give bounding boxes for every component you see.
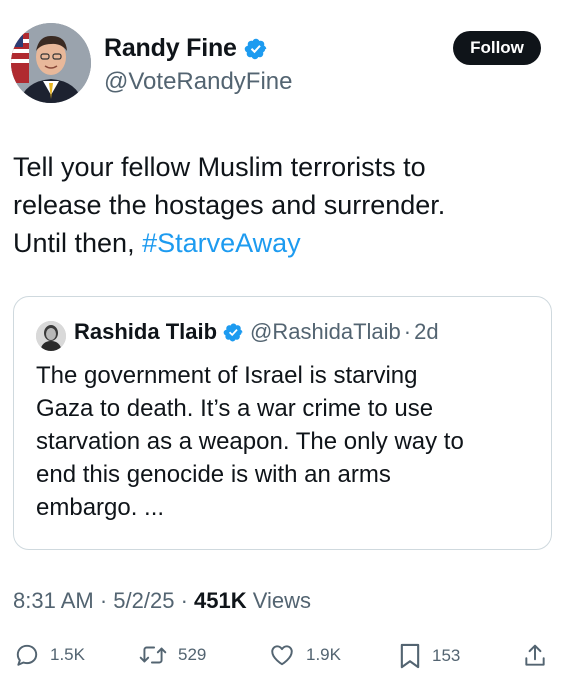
bookmark-count: 153 xyxy=(432,646,461,665)
tweet-meta: 8:31 AM · 5/2/25 · 451K Views xyxy=(13,588,311,614)
tweet-time[interactable]: 8:31 AM xyxy=(13,588,94,613)
quoted-text: The government of Israel is starving Gaz… xyxy=(36,359,536,524)
quoted-header: Rashida Tlaib @RashidaTlaib · 2d xyxy=(74,319,439,345)
quoted-text-line: The government of Israel is starving xyxy=(36,362,418,389)
repost-button[interactable]: 529 xyxy=(138,642,206,668)
quoted-author-name[interactable]: Rashida Tlaib xyxy=(74,319,217,345)
reply-icon xyxy=(16,644,38,666)
author-handle[interactable]: @VoteRandyFine xyxy=(104,68,292,96)
tweet-date[interactable]: 5/2/25 xyxy=(113,588,174,613)
bookmark-button[interactable]: 153 xyxy=(398,642,460,670)
like-icon xyxy=(271,645,293,666)
reply-count: 1.5K xyxy=(50,645,85,664)
quoted-timestamp[interactable]: 2d xyxy=(414,319,438,345)
quoted-text-line: end this genocide is with an arms xyxy=(36,461,391,488)
author-name-row[interactable]: Randy Fine xyxy=(104,34,268,63)
author-avatar[interactable] xyxy=(11,23,91,103)
quoted-text-line: embargo. ... xyxy=(36,494,165,521)
hashtag-link[interactable]: #StarveAway xyxy=(142,228,301,258)
repost-count: 529 xyxy=(178,645,207,664)
tweet-text-line: release the hostages and surrender. xyxy=(13,190,446,220)
tweet-text: Tell your fellow Muslim terrorists to re… xyxy=(13,148,543,262)
quoted-tweet[interactable]: Rashida Tlaib @RashidaTlaib · 2d The gov… xyxy=(13,296,552,550)
quoted-text-line: starvation as a weapon. The only way to xyxy=(36,428,464,455)
quoted-author-avatar[interactable] xyxy=(36,321,66,351)
reply-button[interactable]: 1.5K xyxy=(14,642,85,668)
quoted-author-handle[interactable]: @RashidaTlaib xyxy=(250,319,401,345)
separator-dot: · xyxy=(99,588,108,613)
views-count: 451K xyxy=(194,588,247,613)
verified-badge-icon xyxy=(244,38,266,59)
tweet-text-line-start: Until then, xyxy=(13,228,143,258)
verified-badge-icon xyxy=(223,323,243,341)
tweet-text-line: Tell your fellow Muslim terrorists to xyxy=(13,152,426,182)
bookmark-icon xyxy=(400,643,420,669)
author-name[interactable]: Randy Fine xyxy=(104,34,237,63)
separator-dot: · xyxy=(403,319,412,344)
like-count: 1.9K xyxy=(306,645,341,664)
tweet-text-line: Until then, #StarveAway xyxy=(13,224,543,262)
repost-icon xyxy=(139,646,167,664)
like-button[interactable]: 1.9K xyxy=(268,642,341,668)
views-label: Views xyxy=(252,588,312,613)
quoted-text-line: Gaza to death. It’s a war crime to use xyxy=(36,395,434,422)
follow-button[interactable]: Follow xyxy=(453,31,541,65)
tweet-card: Randy Fine @VoteRandyFine Follow Tell yo… xyxy=(0,0,564,680)
separator-dot: · xyxy=(180,588,188,613)
share-icon xyxy=(525,644,545,666)
share-button[interactable] xyxy=(522,642,548,670)
